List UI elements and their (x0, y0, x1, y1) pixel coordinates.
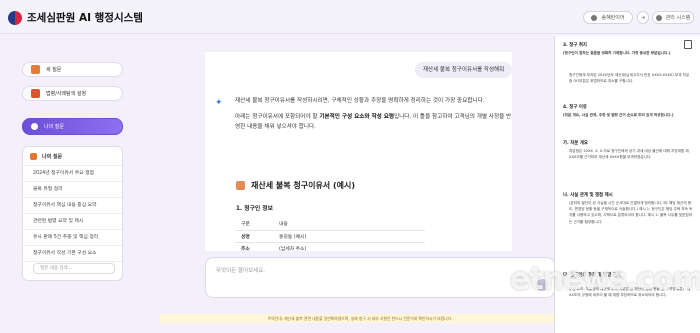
doc-section-heading: 4. 청구 이유 (563, 105, 587, 110)
answer-paragraph-1: 재산세 불복 청구이유서를 작성하시려면, 구체적인 상황과 주장을 명확하게 … (235, 98, 485, 104)
question-item[interactable]: 2024년 청구이유서 주요 쟁점 (23, 165, 122, 181)
doc-section-text: [처분 개요, 사실 관계, 주장 및 법령 근거 순으로 조리 있게 작성합니… (563, 113, 674, 117)
ai-sparkle-icon: ✦ (215, 98, 223, 108)
question-icon (31, 123, 38, 130)
table-cell: 성명 (235, 230, 273, 243)
answer-text: 아래는 청구이유서에 포함되어야 할 (235, 114, 320, 120)
new-question-button[interactable]: 새 질문 (22, 62, 123, 77)
question-item[interactable]: 유사 판례 5건 추출 및 핵심 정리 (23, 229, 122, 245)
claimant-table: 구분 내용 성명 홍길동 (예시) 주소 (납세자 주소) (235, 218, 425, 251)
my-questions-panel: 나의 질문 2024년 청구이유서 주요 쟁점 불복 유형 정리 청구이유서 핵… (22, 146, 123, 281)
table-cell: 구분 (235, 218, 273, 231)
doc-title: 재산세 불복 청구이유서 (예시) (236, 180, 355, 191)
my-questions-label: 나의 질문 (44, 124, 64, 130)
message-input[interactable]: 무엇이든 물어보세요. (216, 266, 265, 274)
doc-section-heading: 3. 청구 취지 (563, 43, 587, 48)
law-book-icon (31, 89, 40, 98)
taeguk-logo-icon (8, 10, 22, 25)
table-cell: 홍길동 (예시) (273, 230, 425, 243)
logout-icon: ⇥ (640, 14, 646, 21)
list-icon (30, 153, 37, 160)
doc-section-text: 처분청은 20XX. X. X.자로 청구인에게 상기 과세 대상 물건에 대해… (569, 149, 689, 160)
section-heading: 1. 청구인 정보 (236, 206, 273, 212)
doc-section-heading: 가. 처분 개요 (563, 141, 588, 146)
admin-label: 관리 시스템 (665, 15, 691, 21)
question-item[interactable]: 청구이유서 작성 기본 구성 요소 (23, 245, 122, 261)
doc-section-heading: 나. 사실 관계 및 쟁점 제시 (563, 193, 613, 198)
question-item[interactable]: 청구이유서 핵심 내용 중심 요약 (23, 197, 122, 213)
table-row: 성명 홍길동 (예시) (235, 230, 425, 243)
user-message: 재산세 불복 청구이유서를 작성해줘 (415, 62, 512, 78)
answer-bold-text: 기본적인 구성 요소와 작성 요령 (319, 114, 395, 120)
app-title: 조세심판원 AI 행정시스템 (27, 12, 143, 24)
logout-button[interactable]: ⇥ (637, 11, 649, 24)
law-search-label: 법령/사례탐색 설정 (46, 91, 87, 97)
question-item[interactable]: 불복 유형 정리 (23, 181, 122, 197)
watermark: etnews.com (510, 262, 700, 297)
law-search-button[interactable]: 법령/사례탐색 설정 (22, 86, 123, 101)
gear-icon (655, 14, 662, 21)
doc-section-text: [청구인이 원하는 결론을 명확히 기재합니다. 가장 중요한 부분입니다.] (563, 51, 671, 55)
doc-section-text: 청구인에게 부과된 20XX년도 재산세(납세고지서 번호 XXXX-XXXX)… (569, 73, 690, 84)
table-cell: 내용 (273, 218, 425, 231)
table-row: 구분 내용 (235, 218, 425, 231)
top-bar: 조세심판원 AI 행정시스템 송혜란이어 ⇥ 관리 시스템 (0, 0, 700, 34)
answer-paragraph-2: 아래는 청구이유서에 포함되어야 할 기본적인 구성 요소와 작성 요령입니다.… (235, 112, 512, 132)
table-row: 주소 (납세자 주소) (235, 242, 425, 251)
doc-title-text: 재산세 불복 청구이유서 (예시) (251, 181, 355, 190)
document-icon (236, 181, 245, 190)
user-icon (591, 14, 598, 21)
user-button[interactable]: 송혜란이어 (583, 11, 633, 24)
message-input-box[interactable]: 무엇이든 물어보세요. (205, 257, 555, 298)
user-label: 송혜란이어 (601, 15, 625, 21)
new-question-label: 새 질문 (46, 67, 62, 73)
my-questions-tab[interactable]: 나의 질문 (22, 118, 123, 135)
notice-bar: 주의안내: 재산세 불복 관련 내용을 일반화하였으며, 실제 청구 시 세부 … (160, 314, 560, 323)
table-cell: (납세자 주소) (273, 242, 425, 251)
admin-button[interactable]: 관리 시스템 (652, 11, 694, 24)
app-logo[interactable]: 조세심판원 AI 행정시스템 (8, 10, 143, 25)
question-search-input[interactable]: 질문 내용 검색... (33, 263, 115, 274)
doc-section-text: (본처의 발단이 된 사실을 시간 순서대로 간결하게 정리합니다. 예: 해당… (569, 201, 693, 224)
table-cell: 주소 (235, 242, 273, 251)
chat-area: 재산세 불복 청구이유서를 작성해줘 ✦ 재산세 불복 청구이유서를 작성하시려… (205, 52, 512, 251)
panel-title: 나의 질문 (42, 154, 63, 160)
panel-header: 나의 질문 (23, 147, 122, 165)
chat-icon (31, 65, 40, 74)
question-item[interactable]: 관련된 법령 요약 및 제시 (23, 213, 122, 229)
copy-icon[interactable] (684, 40, 692, 49)
